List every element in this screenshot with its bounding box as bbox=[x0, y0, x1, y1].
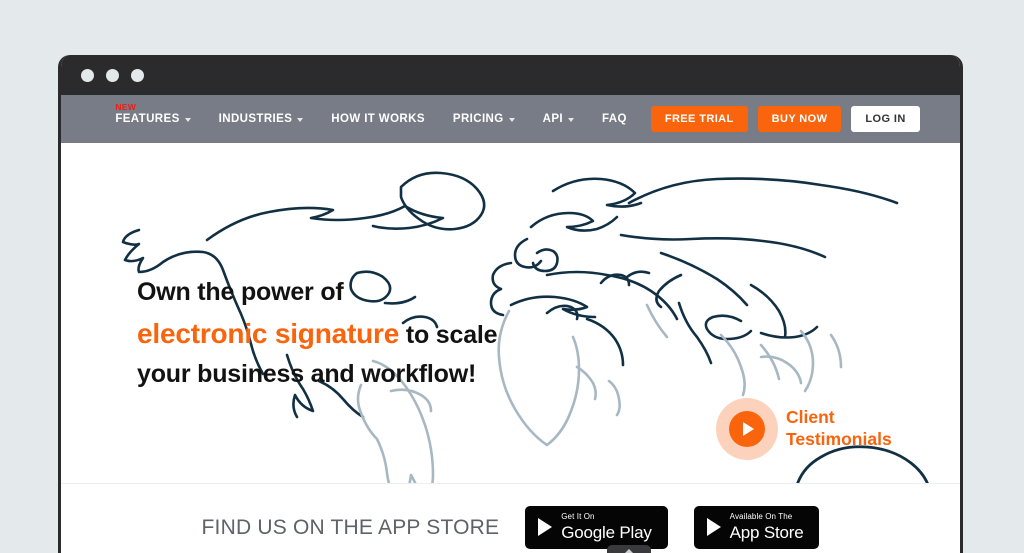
badge-title: App Store bbox=[729, 523, 804, 542]
testimonials-line-2: Testimonials bbox=[786, 429, 892, 449]
badge-title: Google Play bbox=[561, 523, 652, 542]
chevron-down-icon bbox=[568, 118, 574, 122]
badge-text: Get It On Google Play bbox=[561, 512, 652, 542]
nav-label: INDUSTRIES bbox=[218, 113, 293, 125]
nav-items: NEW FEATURES INDUSTRIES HOW IT WORKS PRI… bbox=[101, 102, 920, 132]
headline-rest: to scale bbox=[399, 320, 498, 349]
maximize-dot[interactable] bbox=[131, 68, 144, 82]
badge-subtitle: Get It On bbox=[561, 512, 595, 521]
chevron-down-icon bbox=[508, 118, 515, 122]
nav-item-how-it-works[interactable]: HOW IT WORKS bbox=[317, 113, 439, 125]
nav-label: PRICING bbox=[452, 113, 504, 125]
nav-label: API bbox=[542, 113, 563, 125]
nav-label: HOW IT WORKS bbox=[331, 113, 425, 125]
app-store-badge[interactable]: Available On The App Store bbox=[693, 506, 820, 549]
nav-item-faq[interactable]: FAQ bbox=[588, 113, 641, 125]
hero-headline: Own the power of electronic signature to… bbox=[137, 273, 498, 394]
badge-text: Available On The App Store bbox=[729, 512, 804, 542]
chevron-down-icon bbox=[184, 118, 191, 122]
chevron-up-icon bbox=[624, 549, 634, 553]
app-store-title: FIND US ON THE APP STORE bbox=[201, 515, 500, 539]
close-dot[interactable] bbox=[81, 68, 94, 82]
headline-line-1: Own the power of bbox=[137, 278, 344, 306]
client-testimonials[interactable]: Client Testimonials bbox=[716, 398, 892, 460]
google-play-badge[interactable]: Get It On Google Play bbox=[525, 506, 668, 549]
new-badge: NEW bbox=[115, 102, 137, 112]
play-triangle-icon bbox=[706, 518, 721, 536]
play-icon[interactable] bbox=[729, 411, 765, 447]
headline-line-3: your business and workflow! bbox=[137, 360, 477, 389]
browser-titlebar bbox=[61, 55, 960, 95]
browser-window: NEW FEATURES INDUSTRIES HOW IT WORKS PRI… bbox=[58, 55, 963, 553]
testimonials-line-1: Client bbox=[786, 407, 835, 428]
headline-highlight: electronic signature bbox=[137, 317, 400, 349]
play-button-wrapper[interactable] bbox=[716, 398, 778, 460]
hero-section: Own the power of electronic signature to… bbox=[61, 143, 960, 483]
badge-subtitle: Available On The bbox=[729, 512, 793, 521]
play-triangle bbox=[743, 422, 754, 436]
play-triangle-icon bbox=[538, 518, 553, 536]
free-trial-button[interactable]: FREE TRIAL bbox=[650, 106, 748, 132]
nav-item-features[interactable]: NEW FEATURES bbox=[101, 102, 204, 125]
widget-expand-tab[interactable] bbox=[607, 545, 651, 553]
site-navbar: NEW FEATURES INDUSTRIES HOW IT WORKS PRI… bbox=[61, 95, 960, 143]
buy-now-button[interactable]: BUY NOW bbox=[757, 106, 842, 132]
nav-item-industries[interactable]: INDUSTRIES bbox=[205, 113, 318, 125]
nav-label: FAQ bbox=[602, 113, 627, 125]
chevron-down-icon bbox=[297, 118, 304, 122]
nav-label: FEATURES bbox=[115, 113, 180, 125]
headline-line-2: electronic signature to scale bbox=[137, 312, 498, 355]
log-in-button[interactable]: LOG IN bbox=[851, 106, 920, 132]
minimize-dot[interactable] bbox=[106, 68, 119, 82]
nav-item-pricing[interactable]: PRICING bbox=[439, 113, 529, 125]
page-root: NEW FEATURES INDUSTRIES HOW IT WORKS PRI… bbox=[0, 0, 1024, 553]
nav-item-api[interactable]: API bbox=[529, 113, 588, 125]
app-store-section: FIND US ON THE APP STORE Get It On Googl… bbox=[61, 483, 960, 553]
testimonials-label[interactable]: Client Testimonials bbox=[786, 407, 892, 451]
